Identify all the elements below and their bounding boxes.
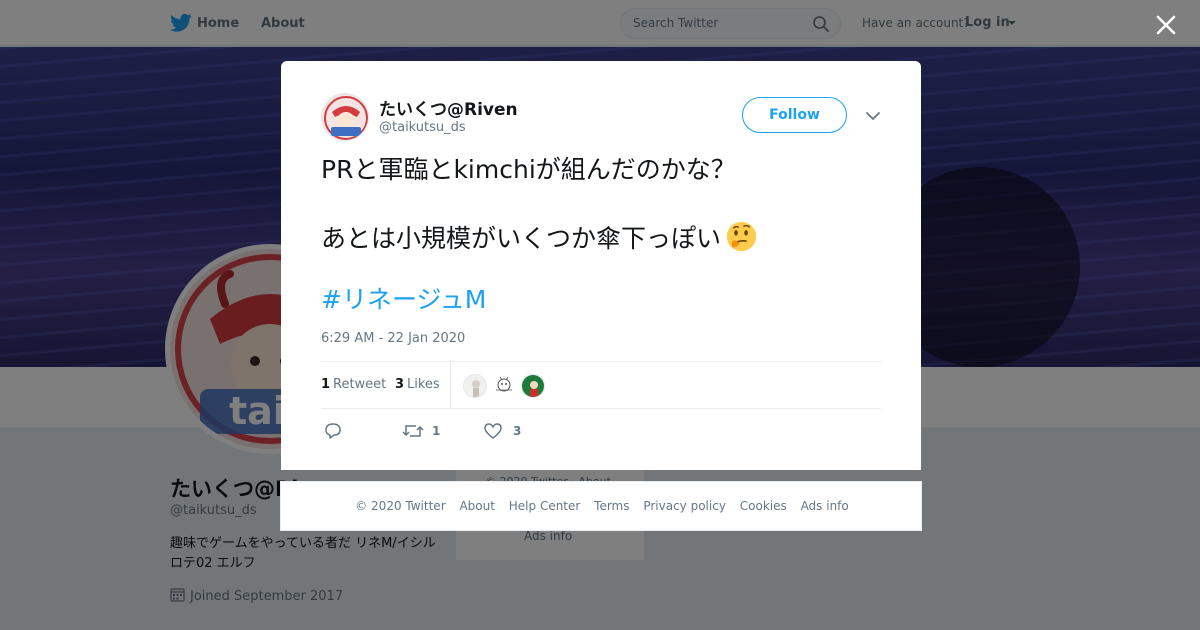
footer-links: © 2020 Twitter About Help Center Terms P… bbox=[281, 499, 923, 513]
liker-avatar[interactable] bbox=[463, 374, 487, 398]
footer-link-cookies[interactable]: Cookies bbox=[740, 499, 787, 513]
tweet-text-line-1: PRと軍臨とkimchiが組んだのかな？ bbox=[321, 155, 736, 184]
tweet-stats-bar: 1 Retweet 3 Likes bbox=[321, 361, 881, 409]
tweet-permalink-modal: たいくつ@Riven @taikutsu_ds Follow PRと軍臨とkim… bbox=[281, 61, 921, 470]
liker-avatar[interactable] bbox=[492, 374, 516, 398]
thinking-face-emoji-icon bbox=[726, 221, 757, 252]
heart-icon bbox=[484, 423, 502, 439]
liker-avatar-illustration bbox=[522, 375, 544, 397]
footer-link-terms[interactable]: Terms bbox=[594, 499, 629, 513]
retweet-icon bbox=[402, 425, 424, 437]
footer-link-about[interactable]: About bbox=[459, 499, 494, 513]
liker-avatar-illustration bbox=[496, 376, 512, 392]
footer-copyright: © 2020 Twitter bbox=[355, 499, 446, 513]
liker-avatar[interactable] bbox=[521, 374, 545, 398]
retweet-action-count: 1 bbox=[432, 424, 441, 438]
close-icon[interactable] bbox=[1153, 12, 1179, 38]
hashtag-link[interactable]: #リネージュM bbox=[321, 283, 486, 317]
likes-label[interactable]: Likes bbox=[407, 377, 440, 392]
likes-count[interactable]: 3 bbox=[395, 377, 404, 392]
retweet-button[interactable]: 1 bbox=[402, 421, 442, 441]
tweet-author-avatar-illustration bbox=[322, 94, 368, 140]
modal-footer: © 2020 Twitter About Help Center Terms P… bbox=[280, 481, 922, 531]
tweet-text-line-2: あとは小規模がいくつか傘下っぽい bbox=[321, 224, 722, 253]
footer-link-privacy[interactable]: Privacy policy bbox=[643, 499, 726, 513]
like-button[interactable]: 3 bbox=[483, 421, 523, 441]
footer-link-ads-info[interactable]: Ads info bbox=[801, 499, 849, 513]
tweet-author-avatar[interactable] bbox=[321, 93, 369, 141]
chevron-down-icon[interactable] bbox=[865, 110, 881, 122]
liker-avatar-illustration bbox=[464, 375, 486, 397]
retweet-label[interactable]: Retweet bbox=[333, 377, 386, 392]
like-action-count: 3 bbox=[513, 424, 522, 438]
tweet-author-name[interactable]: たいくつ@Riven bbox=[379, 95, 518, 120]
retweet-count[interactable]: 1 bbox=[321, 377, 330, 392]
tweet-timestamp[interactable]: 6:29 AM - 22 Jan 2020 bbox=[321, 331, 465, 346]
tweet-author-handle[interactable]: @taikutsu_ds bbox=[379, 120, 466, 135]
footer-link-help-center[interactable]: Help Center bbox=[509, 499, 581, 513]
reply-button[interactable] bbox=[323, 421, 347, 441]
tweet-text-line-2-row: あとは小規模がいくつか傘下っぽい bbox=[321, 220, 758, 256]
follow-button[interactable]: Follow bbox=[742, 97, 847, 133]
reply-icon bbox=[325, 423, 341, 439]
stats-divider bbox=[450, 362, 451, 409]
